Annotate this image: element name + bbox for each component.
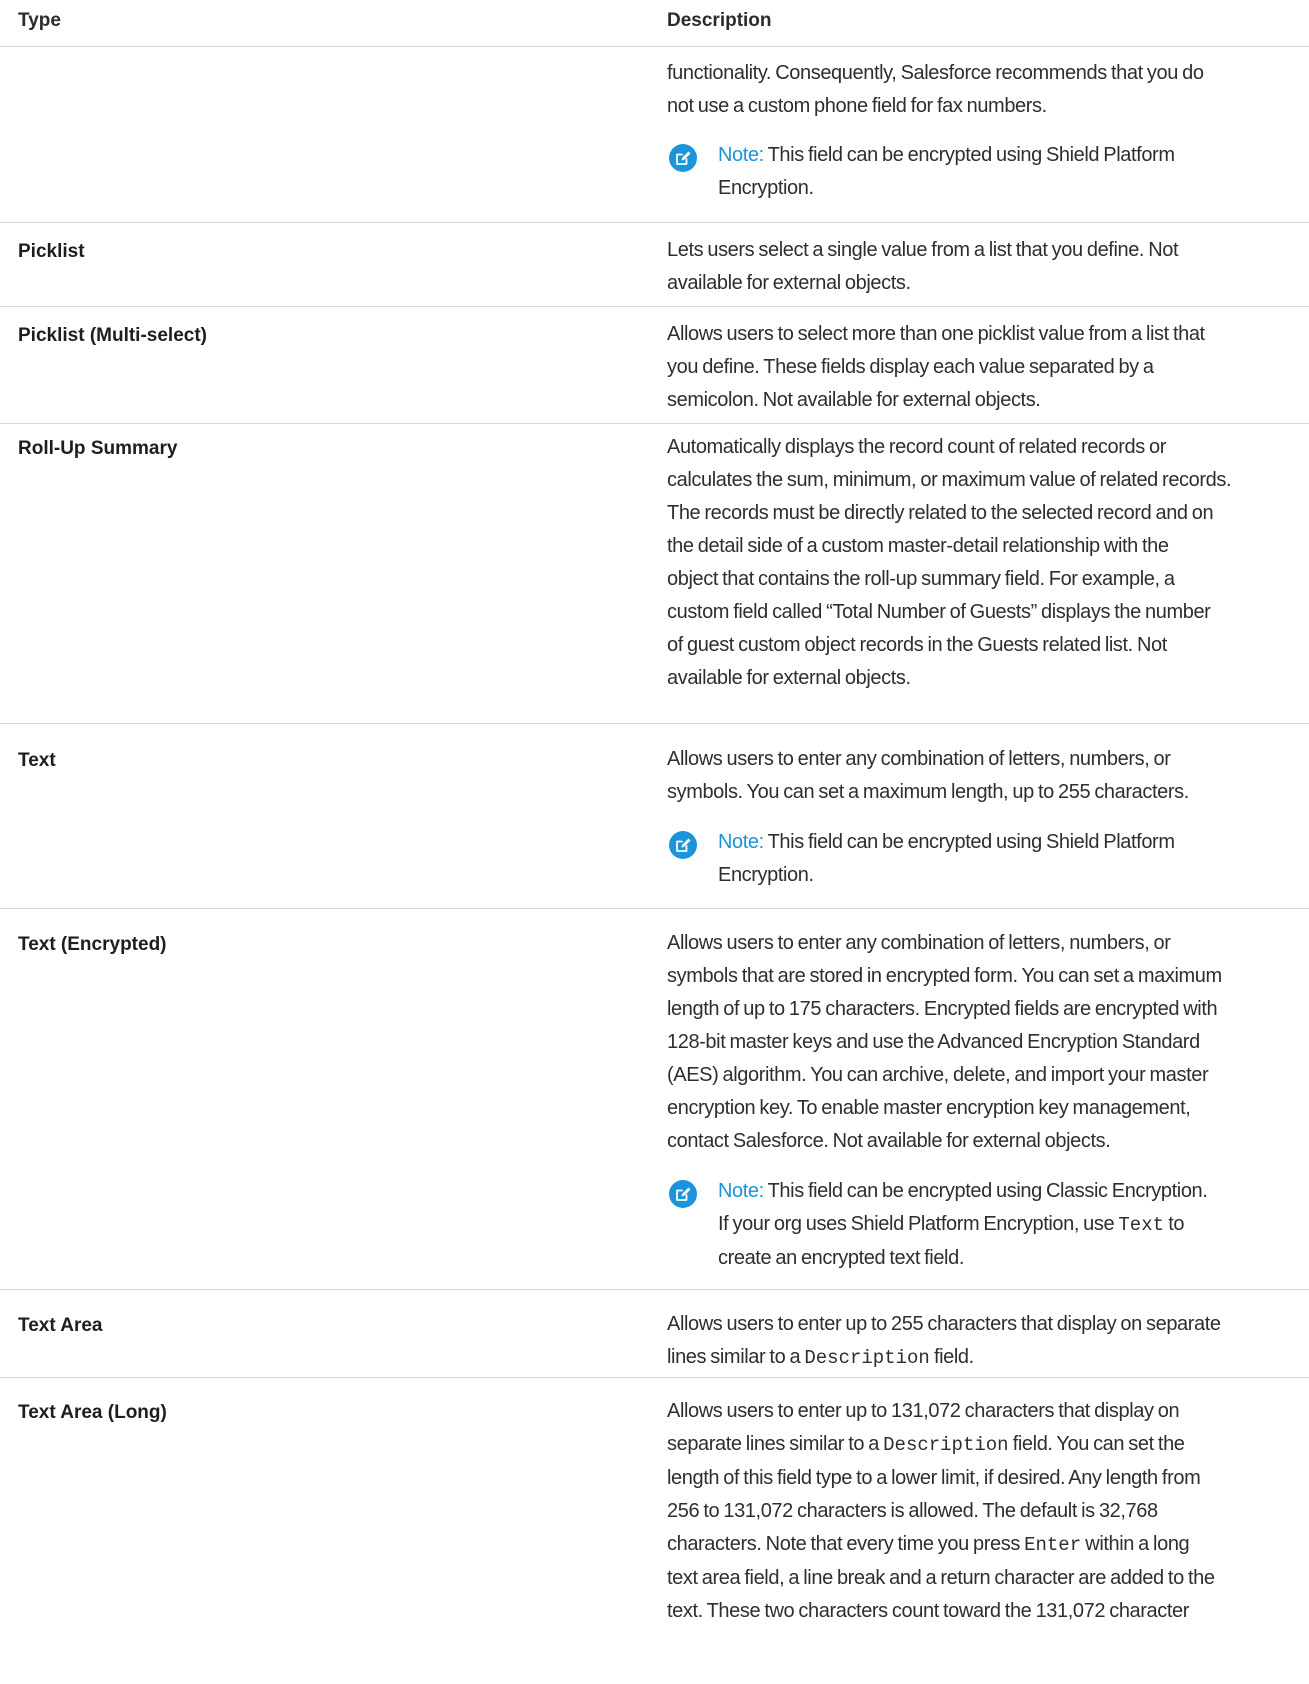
row-divider (0, 306, 1309, 307)
description-column-header: Description (667, 10, 772, 31)
description-line: length of this field type to a lower lim… (667, 1467, 1201, 1489)
description-line: Lets users select a single value from a … (667, 239, 1179, 261)
code-text: Enter (1024, 1534, 1082, 1556)
field-types-table: Type Description functionality. Conseque… (0, 0, 1309, 1684)
note-line: Encryption. (718, 177, 814, 199)
description-cell: Allows users to enter any combination of… (667, 927, 1287, 1158)
code-text: Description (883, 1434, 1009, 1456)
row-divider (0, 723, 1309, 724)
type-cell: Picklist (18, 241, 85, 262)
description-line: 128-bit master keys and use the Advanced… (667, 1031, 1200, 1053)
code-text: Text (1118, 1214, 1165, 1236)
description-line: field. You can set the (1012, 1433, 1185, 1455)
description-line: Automatically displays the record count … (667, 436, 1166, 458)
description-line: 256 to 131,072 characters is allowed. Th… (667, 1500, 1158, 1522)
description-line: the detail side of a custom master-detai… (667, 535, 1169, 557)
description-line: text. These two characters count toward … (667, 1600, 1189, 1622)
note-line: This field can be encrypted using Classi… (767, 1180, 1208, 1202)
description-line: (AES) algorithm. You can archive, delete… (667, 1064, 1209, 1086)
table-header: Type Description (0, 0, 1309, 47)
description-line: contact Salesforce. Not available for ex… (667, 1130, 1111, 1152)
description-line: available for external objects. (667, 272, 911, 294)
type-cell: Picklist (Multi-select) (18, 325, 207, 346)
description-line: symbols that are stored in encrypted for… (667, 965, 1222, 987)
type-cell: Text Area (Long) (18, 1402, 167, 1423)
note-text: Note: This field can be encrypted using … (718, 826, 1283, 892)
description-line: you define. These fields display each va… (667, 356, 1154, 378)
description-cell: Allows users to select more than one pic… (667, 318, 1287, 417)
note-label: Note: (718, 1180, 764, 1202)
description-line: Allows users to select more than one pic… (667, 323, 1205, 345)
type-cell: Text (18, 750, 56, 771)
description-line: Allows users to enter up to 255 characte… (667, 1313, 1221, 1335)
description-line: not use a custom phone field for fax num… (667, 95, 1047, 117)
description-line: semicolon. Not available for external ob… (667, 389, 1041, 411)
description-line: Allows users to enter any combination of… (667, 748, 1171, 770)
note-text: Note: This field can be encrypted using … (718, 1175, 1283, 1275)
note-line: This field can be encrypted using Shield… (767, 144, 1175, 166)
note-line: to (1168, 1213, 1185, 1235)
row-divider (0, 222, 1309, 223)
note-line: create an encrypted text field. (718, 1247, 964, 1269)
description-line: Allows users to enter up to 131,072 char… (667, 1400, 1180, 1422)
note-label: Note: (718, 831, 764, 853)
description-cell: Allows users to enter up to 131,072 char… (667, 1395, 1287, 1628)
note-text: Note: This field can be encrypted using … (718, 139, 1283, 205)
note-edit-icon (669, 831, 697, 859)
type-cell: Roll-Up Summary (18, 438, 178, 459)
note-edit-icon (669, 1180, 697, 1208)
description-cell: Allows users to enter up to 255 characte… (667, 1308, 1287, 1375)
type-cell: Text Area (18, 1315, 103, 1336)
description-line: within a long (1085, 1533, 1190, 1555)
code-text: Description (804, 1347, 930, 1369)
description-line: field. (933, 1346, 974, 1368)
description-line: text area field, a line break and a retu… (667, 1567, 1215, 1589)
description-line: encryption key. To enable master encrypt… (667, 1097, 1191, 1119)
description-line: custom field called “Total Number of Gue… (667, 601, 1211, 623)
description-line: available for external objects. (667, 667, 911, 689)
row-divider (0, 1377, 1309, 1378)
description-line: length of up to 175 characters. Encrypte… (667, 998, 1218, 1020)
description-line: functionality. Consequently, Salesforce … (667, 62, 1204, 84)
note-line: This field can be encrypted using Shield… (767, 831, 1175, 853)
description-line: Allows users to enter any combination of… (667, 932, 1171, 954)
description-line: The records must be directly related to … (667, 502, 1214, 524)
note-label: Note: (718, 144, 764, 166)
description-line: calculates the sum, minimum, or maximum … (667, 469, 1232, 491)
note-edit-icon (669, 144, 697, 172)
type-column-header: Type (18, 10, 61, 31)
description-line: lines similar to a (667, 1346, 801, 1368)
description-line: symbols. You can set a maximum length, u… (667, 781, 1189, 803)
description-line: separate lines similar to a (667, 1433, 879, 1455)
description-cell: Allows users to enter any combination of… (667, 743, 1287, 809)
description-line: characters. Note that every time you pre… (667, 1533, 1020, 1555)
description-line: of guest custom object records in the Gu… (667, 634, 1167, 656)
note-line: Encryption. (718, 864, 814, 886)
row-divider (0, 908, 1309, 909)
description-cell: Automatically displays the record count … (667, 431, 1287, 695)
row-divider (0, 423, 1309, 424)
description-cell: Lets users select a single value from a … (667, 234, 1287, 300)
description-line: object that contains the roll-up summary… (667, 568, 1175, 590)
note-line: If your org uses Shield Platform Encrypt… (718, 1213, 1115, 1235)
type-cell: Text (Encrypted) (18, 934, 167, 955)
row-divider (0, 1289, 1309, 1290)
description-cell: functionality. Consequently, Salesforce … (667, 57, 1287, 123)
